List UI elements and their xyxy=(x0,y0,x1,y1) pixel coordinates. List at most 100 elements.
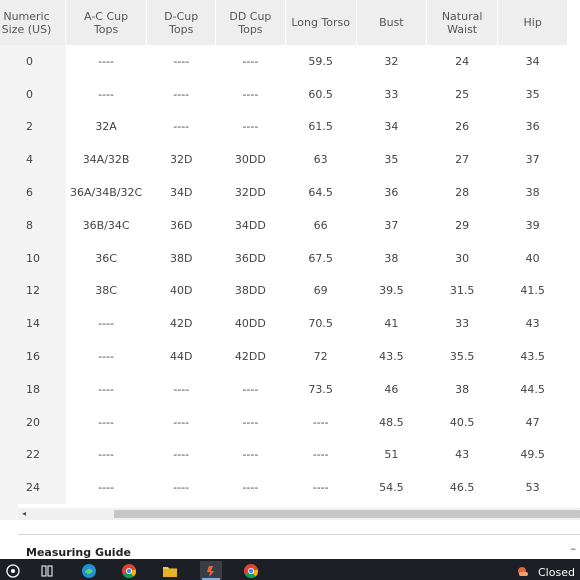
column-header-label: Waist xyxy=(447,22,478,36)
table-row: 18 ---- ---- ---- 73.5 46 38 44.5 xyxy=(0,372,568,406)
weather-icon[interactable] xyxy=(512,561,534,580)
table-cell: 36 xyxy=(525,120,540,134)
size-chart-viewport[interactable]: Numeric Size (US) A-C Cup Tops D-Cup Tops DD C… xyxy=(0,0,580,508)
table-cell: 51 xyxy=(384,448,399,462)
windows-start-icon[interactable] xyxy=(2,561,24,580)
table-cell: 34 xyxy=(525,54,540,68)
table-cell: ---- xyxy=(98,415,115,429)
scrollbar-thumb[interactable] xyxy=(114,510,580,518)
column-header-label: Long Torso xyxy=(291,16,351,29)
table-cell: 40 xyxy=(525,251,540,265)
size-cell: 12 xyxy=(0,274,66,308)
size-chart-table: Numeric Size (US) A-C Cup Tops D-Cup Tops DD C… xyxy=(0,0,568,505)
column-header-label: D-Cup xyxy=(164,9,199,23)
scroll-left-arrow-icon[interactable]: ◂ xyxy=(22,508,26,520)
column-header-label: Hip xyxy=(523,16,542,29)
measuring-guide-title[interactable]: Measuring Guide xyxy=(26,546,131,560)
table-cell: ---- xyxy=(98,350,115,364)
size-cell: 0 xyxy=(0,77,66,111)
size-cell: 18 xyxy=(0,372,66,406)
table-cell: 48.5 xyxy=(379,415,404,429)
table-cell: 64.5 xyxy=(308,186,333,200)
table-cell: 66 xyxy=(313,218,328,232)
column-header-label: Tops xyxy=(238,22,263,36)
table-cell: ---- xyxy=(173,382,190,396)
table-cell: 33 xyxy=(455,317,470,331)
table-cell: 67.5 xyxy=(308,251,333,265)
column-header-label: Tops xyxy=(169,22,194,36)
table-row: 16 ---- 44D 42DD 72 43.5 35.5 43.5 xyxy=(0,340,568,373)
column-header: DD Cup Tops xyxy=(215,0,286,45)
table-row: 2 32A ---- ---- 61.5 34 26 36 xyxy=(0,110,568,144)
table-cell: 34DD xyxy=(234,218,266,232)
table-cell: ---- xyxy=(242,415,259,429)
column-header-label: DD Cup xyxy=(229,9,272,23)
table-cell: ---- xyxy=(312,448,329,462)
size-cell: 20 xyxy=(0,405,66,439)
table-cell: 63 xyxy=(313,153,328,167)
table-cell: 36D xyxy=(169,218,193,232)
table-header-row: Numeric Size (US) A-C Cup Tops D-Cup Tops DD C… xyxy=(0,0,568,45)
column-header: Bust xyxy=(356,0,427,45)
column-header: Long Torso xyxy=(285,0,357,45)
table-body: 0 ---- ---- ---- 59.5 32 24 34 0 ---- ---- ---- 60.5… xyxy=(0,45,568,505)
expand-toggle-icon[interactable]: – xyxy=(571,542,577,555)
table-cell: 49.5 xyxy=(520,448,545,462)
table-cell: 31.5 xyxy=(449,284,475,298)
task-view-icon[interactable] xyxy=(36,561,58,580)
table-cell: 34 xyxy=(384,120,399,134)
size-cell: 10 xyxy=(0,241,66,275)
table-cell: 43 xyxy=(525,317,540,331)
table-cell: ---- xyxy=(173,448,190,462)
size-cell: 24 xyxy=(0,471,66,505)
table-cell: 44.5 xyxy=(520,382,545,396)
table-cell: 27 xyxy=(455,153,470,167)
column-header-label: Tops xyxy=(93,22,119,36)
edge-icon[interactable] xyxy=(78,561,100,580)
table-cell: 35 xyxy=(525,87,540,101)
table-cell: 47 xyxy=(525,415,540,429)
table-cell: 38 xyxy=(384,251,399,265)
table-cell: 25 xyxy=(455,87,470,101)
table-row: 10 36C 38D 36DD 67.5 38 30 40 xyxy=(0,241,568,275)
table-cell: 32 xyxy=(384,54,399,68)
column-header-label: Natural xyxy=(441,9,483,23)
table-cell: 24 xyxy=(455,54,470,68)
table-cell: 26 xyxy=(455,120,470,134)
table-cell: 43 xyxy=(455,448,470,462)
size-cell: 0 xyxy=(0,45,66,78)
section-divider xyxy=(18,534,580,535)
table-cell: 40D xyxy=(169,284,193,298)
app-icon[interactable] xyxy=(200,561,222,580)
size-cell: 6 xyxy=(0,176,66,209)
table-cell: 43.5 xyxy=(379,350,404,364)
size-cell: 22 xyxy=(0,438,66,472)
table-cell: 72 xyxy=(313,350,328,364)
table-cell: 39 xyxy=(525,218,540,232)
table-cell: 61.5 xyxy=(308,120,333,134)
table-row: 0 ---- ---- ---- 59.5 32 24 34 xyxy=(0,45,568,78)
table-cell: ---- xyxy=(242,481,259,495)
table-cell: 37 xyxy=(384,218,399,232)
file-explorer-icon[interactable] xyxy=(159,561,181,580)
table-cell: 32A xyxy=(95,120,117,134)
table-cell: ---- xyxy=(98,54,115,68)
table-row: 8 36B/34C 36D 34DD 66 37 29 39 xyxy=(0,208,568,242)
table-cell: ---- xyxy=(173,481,190,495)
size-cell: 14 xyxy=(0,307,66,341)
horizontal-scrollbar[interactable]: ◂ xyxy=(18,508,580,520)
table-cell: 54.5 xyxy=(379,481,404,495)
chrome-icon[interactable] xyxy=(118,561,140,580)
chrome-icon[interactable] xyxy=(240,561,262,580)
table-cell: 38C xyxy=(95,284,117,298)
table-cell: 42DD xyxy=(234,350,266,364)
table-cell: ---- xyxy=(242,54,259,68)
table-cell: 69 xyxy=(313,284,328,298)
column-header: Natural Waist xyxy=(426,0,499,45)
weather-status-text[interactable]: Closed xyxy=(538,566,575,580)
column-header-label: A-C Cup xyxy=(84,9,129,23)
table-cell: 46.5 xyxy=(449,481,475,495)
table-cell: 36C xyxy=(95,251,117,265)
table-cell: ---- xyxy=(312,481,329,495)
table-cell: ---- xyxy=(312,415,329,429)
